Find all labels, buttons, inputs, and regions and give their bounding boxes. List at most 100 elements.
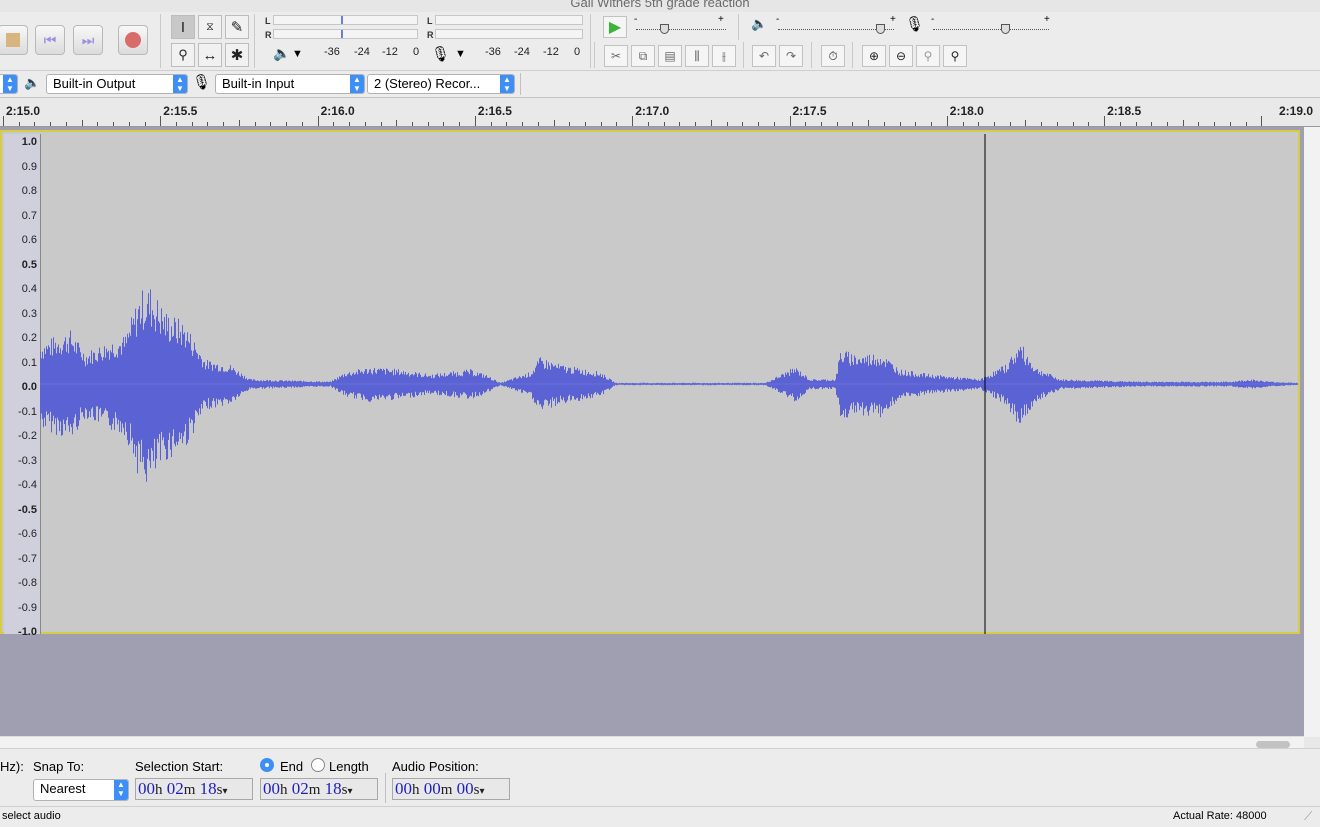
redo-button[interactable]: ↷ — [779, 45, 803, 67]
ruler-label: 2:18.0 — [949, 104, 984, 118]
record-meter-right[interactable] — [435, 29, 583, 39]
caret-down-icon: ▾ — [222, 786, 228, 797]
fit-selection-button[interactable]: ⚲ — [916, 45, 940, 67]
hours-unit: h — [280, 782, 288, 798]
hours-unit: h — [412, 782, 420, 798]
divider — [852, 42, 853, 68]
audio-position-time[interactable]: 00h 00m 00s▾ — [392, 778, 510, 800]
amplitude-label: 0.4 — [21, 283, 37, 295]
ruler-tick — [1261, 116, 1263, 126]
end-radio[interactable] — [260, 758, 274, 772]
length-radio[interactable] — [311, 758, 325, 772]
skip-start-button[interactable]: ⏮ — [35, 25, 65, 55]
selection-start-time[interactable]: 00h 02m 18s▾ — [135, 778, 253, 800]
divider — [385, 773, 386, 803]
record-slider-plus: + — [1044, 14, 1050, 25]
envelope-tool[interactable]: ⧖ — [198, 15, 222, 39]
ruler-tick — [632, 116, 634, 126]
audio-track[interactable]: 1.0 0.9 0.8 0.7 0.6 0.5 0.4 0.3 0.2 0.1 0.0 -0.1 -0.… — [0, 130, 1300, 638]
input-device-select[interactable]: Built-in Input ▲ ▼ — [215, 74, 365, 94]
record-volume-slider[interactable] — [933, 29, 1049, 31]
speed-slider-thumb[interactable] — [660, 24, 669, 34]
cut-button[interactable]: ✂ — [604, 45, 628, 67]
playback-meter-menu[interactable]: ▼ — [292, 48, 303, 60]
ruler-tick — [1119, 122, 1121, 126]
horizontal-scroll-thumb[interactable] — [1256, 741, 1290, 748]
audio-position-label: Audio Position: — [392, 759, 479, 774]
ruler-tick — [1025, 120, 1027, 126]
vertical-scrollbar[interactable] — [1304, 127, 1320, 737]
output-device-select[interactable]: Built-in Output ▲ ▼ — [46, 74, 188, 94]
ruler-tick — [81, 120, 83, 126]
ruler-tick — [616, 122, 618, 126]
channels-select[interactable]: 2 (Stereo) Recor... ▲ ▼ — [367, 74, 515, 94]
undo-button[interactable]: ↶ — [752, 45, 776, 67]
mic-volume-icon: 🎙 — [905, 16, 925, 33]
host-select[interactable]: ▲ ▼ — [0, 74, 18, 94]
ruler-tick — [364, 122, 366, 126]
ruler-tick — [144, 122, 146, 126]
ruler-tick — [899, 122, 901, 126]
speed-slider[interactable] — [636, 29, 726, 31]
copy-button[interactable]: ⧉ — [631, 45, 655, 67]
track-area: 1.0 0.9 0.8 0.7 0.6 0.5 0.4 0.3 0.2 0.1 0.0 -0.1 -0.… — [0, 127, 1320, 737]
scissors-icon: ✂ — [610, 49, 622, 63]
zoom-in-button[interactable]: ⊕ — [862, 45, 886, 67]
trim-button[interactable]: ⫼ — [685, 45, 709, 67]
skip-start-icon: ⏮ — [43, 31, 57, 48]
resize-grip-icon[interactable]: ⟋ — [1304, 809, 1312, 824]
ruler-tick — [490, 122, 492, 126]
paste-icon: ▤ — [664, 49, 676, 63]
ruler-tick — [65, 122, 67, 126]
playback-meter-left[interactable] — [273, 15, 418, 25]
hours-unit: h — [155, 782, 163, 798]
ruler-tick — [34, 122, 36, 126]
end-label: End — [280, 759, 304, 774]
ruler-tick — [773, 122, 775, 126]
divider — [743, 42, 744, 68]
skip-end-button[interactable]: ⏭ — [73, 25, 103, 55]
ruler-tick — [349, 122, 351, 126]
paste-button[interactable]: ▤ — [658, 45, 682, 67]
playback-meter-right[interactable] — [273, 29, 418, 39]
amplitude-label: -0.9 — [18, 601, 37, 614]
waveform[interactable] — [40, 134, 1298, 634]
ruler-tick — [1056, 122, 1058, 126]
sync-lock-button[interactable]: ⏱ — [821, 45, 845, 67]
ruler-tick — [726, 122, 728, 126]
selection-tool[interactable]: I — [171, 15, 195, 39]
ruler-tick — [820, 122, 822, 126]
ruler-tick — [207, 122, 209, 126]
ruler-label: 2:15.0 — [6, 104, 41, 118]
multi-tool[interactable]: ✱ — [225, 43, 249, 67]
record-button[interactable] — [118, 25, 148, 55]
ruler-tick — [868, 120, 870, 126]
silence-button[interactable]: ⫲ — [712, 45, 736, 67]
timeline-ruler[interactable]: 2:15.0 2:15.5 2:16.0 2:16.5 2:17.0 2:17.5 2:18… — [0, 98, 1320, 127]
ruler-tick — [946, 116, 948, 126]
input-device-value: Built-in Input — [222, 76, 295, 91]
zoom-out-button[interactable]: ⊖ — [889, 45, 913, 67]
zoom-tool[interactable]: ⚲ — [171, 43, 195, 67]
stop-button[interactable] — [0, 25, 28, 55]
ruler-label: 2:18.5 — [1107, 104, 1142, 118]
ruler-tick — [710, 120, 712, 126]
ruler-tick — [18, 122, 20, 126]
playback-volume-thumb[interactable] — [876, 24, 885, 34]
ruler-tick — [411, 122, 413, 126]
ruler-tick — [443, 122, 445, 126]
record-meter-left[interactable] — [435, 15, 583, 25]
ruler-tick — [537, 122, 539, 126]
record-meter-menu[interactable]: ▼ — [455, 48, 466, 60]
snap-to-label: Snap To: — [33, 759, 85, 774]
amplitude-label: -0.1 — [18, 405, 37, 418]
chevron-updown-icon: ▲ ▼ — [500, 75, 514, 93]
snap-to-select[interactable]: Nearest ▲ ▼ — [33, 779, 129, 801]
play-at-speed-button[interactable]: ▶ — [603, 16, 627, 38]
draw-tool[interactable]: ✎ — [225, 15, 249, 39]
fit-project-button[interactable]: ⚲ — [943, 45, 967, 67]
selection-end-time[interactable]: 00h 02m 18s▾ — [260, 778, 378, 800]
timeshift-tool[interactable]: ↔ — [198, 43, 222, 67]
channels-value: 2 (Stereo) Recor... — [374, 76, 481, 91]
record-volume-thumb[interactable] — [1001, 24, 1010, 34]
